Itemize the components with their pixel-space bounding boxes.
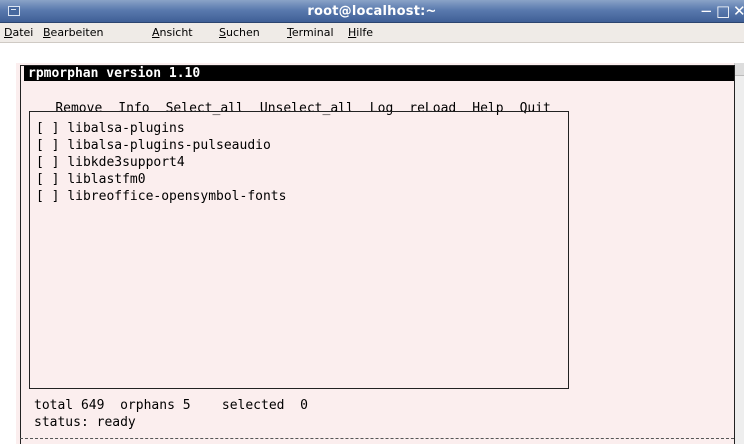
close-icon[interactable]: ✕ xyxy=(733,1,744,21)
menu-datei[interactable]: Datei xyxy=(4,26,33,39)
checkbox[interactable]: [ ] xyxy=(36,172,59,187)
menu-bearbeiten[interactable]: Bearbeiten xyxy=(43,26,103,39)
menu-terminal[interactable]: Terminal xyxy=(287,26,334,39)
package-name: libkde3support4 xyxy=(67,155,185,170)
status-label: status: xyxy=(34,415,89,430)
checkbox[interactable]: [ ] xyxy=(36,189,59,204)
total-label: total xyxy=(34,398,74,413)
status-value: ready xyxy=(96,415,136,430)
menu-suchen[interactable]: Suchen xyxy=(219,26,260,39)
total-count: 649 xyxy=(80,398,105,413)
frame-bottom-border xyxy=(20,438,734,439)
checkbox[interactable]: [ ] xyxy=(36,138,59,153)
frame-left-border xyxy=(20,65,21,444)
summary-line: total 649 orphans 5 selected 0 xyxy=(34,397,308,414)
scrollbar-thumb[interactable] xyxy=(735,63,744,76)
checkbox[interactable]: [ ] xyxy=(36,155,59,170)
menu-ansicht[interactable]: Ansicht xyxy=(152,26,193,39)
orphans-count: 5 xyxy=(182,398,191,413)
title-bar[interactable]: root@localhost:~ − □ ✕ xyxy=(0,0,744,23)
window-title: root@localhost:~ xyxy=(307,4,437,19)
package-name: libreoffice-opensymbol-fonts xyxy=(67,189,287,204)
list-item[interactable]: [ ] liblastfm0 xyxy=(36,171,146,188)
orphans-label: orphans xyxy=(120,398,175,413)
app-header-title: rpmorphan version 1.10 xyxy=(28,66,201,81)
menu-bar: Datei Bearbeiten Ansicht Suchen Terminal… xyxy=(0,23,744,43)
menu-hilfe[interactable]: Hilfe xyxy=(348,26,373,39)
list-item[interactable]: [ ] libkde3support4 xyxy=(36,154,185,171)
minimize-icon[interactable]: − xyxy=(700,1,713,21)
scrollbar[interactable] xyxy=(734,63,744,444)
terminal-window: root@localhost:~ − □ ✕ Datei Bearbeiten … xyxy=(0,0,744,444)
selected-count: 0 xyxy=(300,398,308,413)
list-item[interactable]: [ ] libalsa-plugins-pulseaudio xyxy=(36,137,271,154)
list-item[interactable]: [ ] libreoffice-opensymbol-fonts xyxy=(36,188,286,205)
selected-label: selected xyxy=(221,398,285,413)
maximize-icon[interactable]: □ xyxy=(716,1,730,21)
checkbox[interactable]: [ ] xyxy=(36,121,59,136)
package-name: liblastfm0 xyxy=(67,172,146,187)
list-item[interactable]: [ ] libalsa-plugins xyxy=(36,120,185,137)
package-name: libalsa-plugins xyxy=(67,121,185,136)
frame-right-border xyxy=(734,65,735,444)
package-list: [ ] libalsa-plugins [ ] libalsa-plugins-… xyxy=(29,111,569,389)
package-name: libalsa-plugins-pulseaudio xyxy=(67,138,271,153)
status-line: status: ready xyxy=(34,414,136,431)
